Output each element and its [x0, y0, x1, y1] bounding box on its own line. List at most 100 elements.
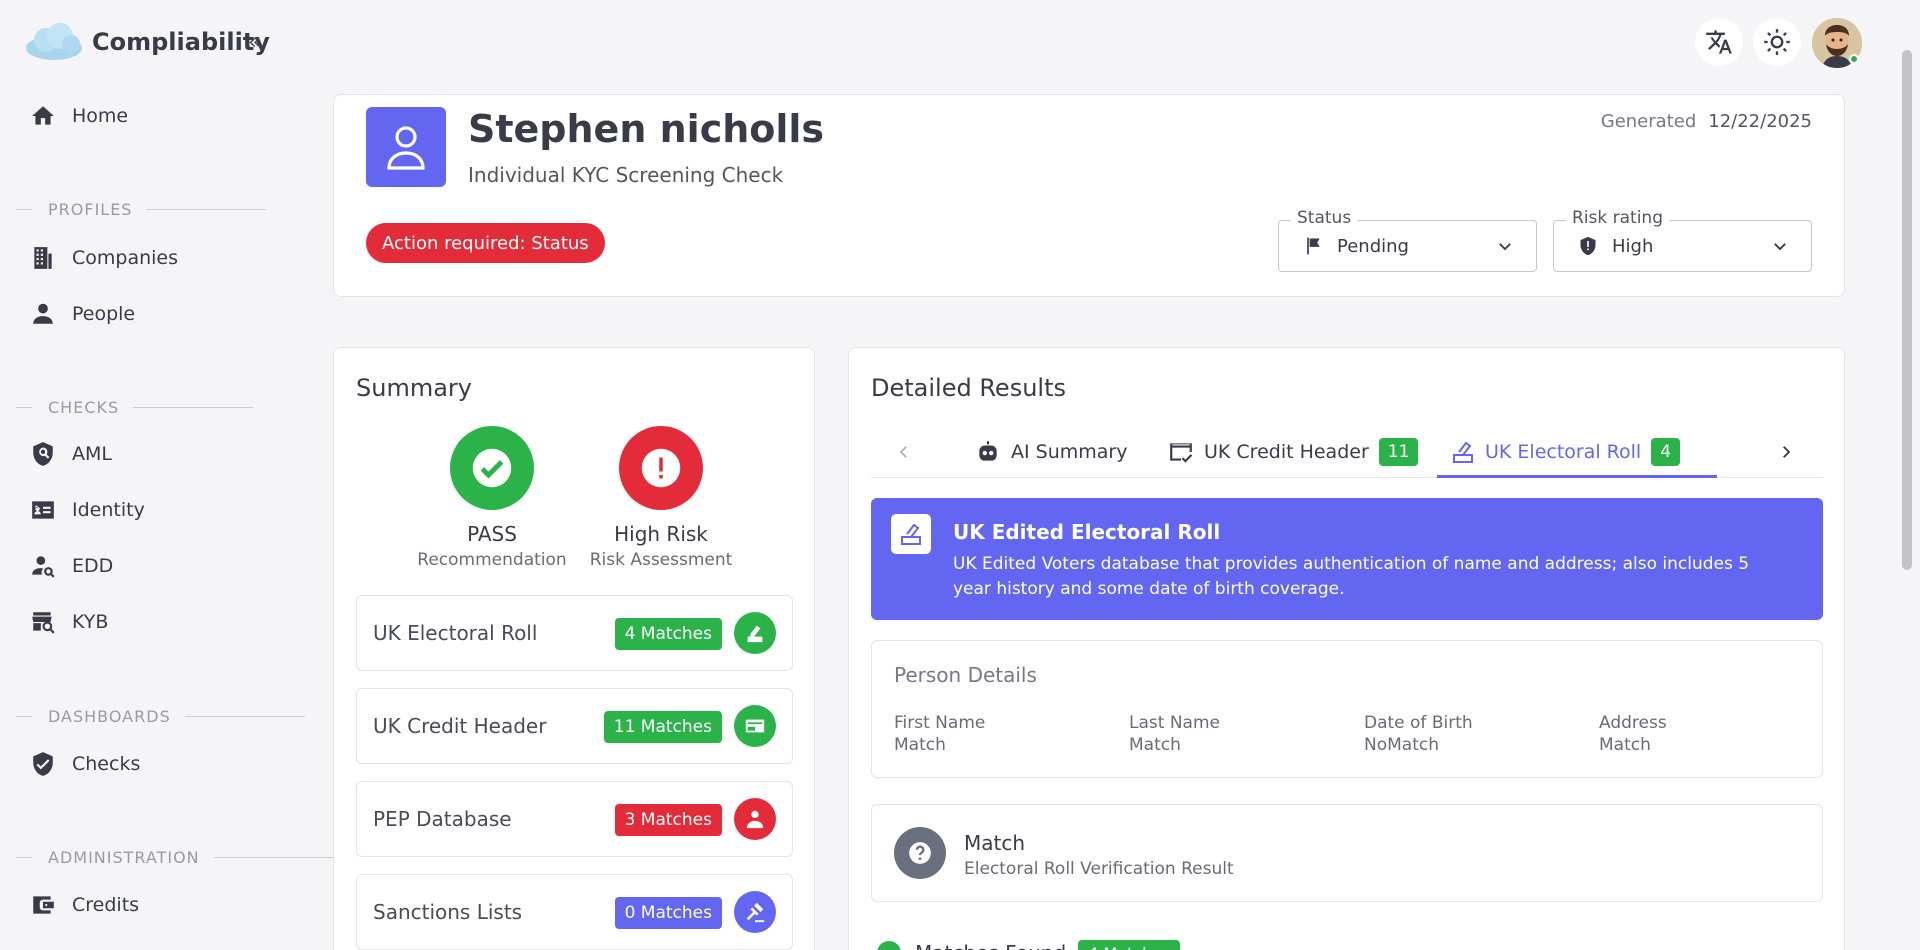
sidebar-item-companies[interactable]: Companies [30, 238, 178, 278]
matches-badge: 0 Matches [614, 897, 722, 929]
field-label: First Name [894, 713, 986, 733]
field-first-name: First Name Match [894, 713, 985, 755]
risk-select-label: Risk rating [1566, 208, 1670, 228]
brand[interactable]: Compliability [24, 22, 270, 62]
collapse-sidebar-icon[interactable]: « [248, 30, 261, 55]
page-scrollbar[interactable] [1902, 50, 1912, 570]
chevron-left-icon [899, 446, 907, 458]
risk-label: Risk Assessment [589, 550, 733, 570]
section-dashboards: DASHBOARDS [16, 707, 305, 726]
sidebar-item-kyb[interactable]: KYB [30, 602, 108, 642]
result-row-electoral-roll[interactable]: UK Electoral Roll 4 Matches [356, 595, 793, 671]
building-icon [34, 247, 52, 269]
status-select-value: Pending [1337, 235, 1409, 257]
banner-description: UK Edited Voters database that provides … [953, 554, 1750, 599]
sidebar-item-label: People [72, 303, 136, 325]
pass-indicator [450, 426, 534, 510]
result-row-pep-database[interactable]: PEP Database 3 Matches [356, 781, 793, 857]
page-subtitle: Individual KYC Screening Check [468, 163, 784, 187]
profile-avatar [366, 107, 446, 187]
shield-alert-icon [1580, 236, 1596, 256]
row-label: Sanctions Lists [373, 900, 523, 924]
matches-badge: 4 Matches [614, 618, 722, 650]
result-row-sanctions[interactable]: Sanctions Lists 0 Matches [356, 874, 793, 950]
flag-icon [1307, 237, 1320, 255]
summary-card: Summary PASS Recommendation High Risk Ri… [333, 347, 815, 950]
gavel-icon [734, 891, 776, 933]
field-label: Last Name [1129, 713, 1220, 733]
row-label: PEP Database [373, 807, 512, 831]
tab-uk-electoral-roll[interactable]: UK Electoral Roll 4 [1451, 428, 1681, 476]
robot-icon [979, 441, 997, 461]
matches-badge: 3 Matches [614, 804, 722, 836]
translate-icon [1706, 30, 1732, 54]
user-outline-icon [387, 126, 425, 170]
section-label: DASHBOARDS [48, 707, 171, 726]
field-value: NoMatch [1364, 735, 1439, 755]
theme-toggle-button[interactable] [1753, 18, 1801, 66]
shield-search-icon [33, 442, 53, 466]
sidebar-item-people[interactable]: People [30, 294, 135, 334]
section-label: ADMINISTRATION [48, 848, 200, 867]
risk-rating-select[interactable]: Risk rating High [1553, 208, 1812, 272]
sidebar-item-credits[interactable]: Credits [30, 885, 139, 925]
generated-date: Generated 12/22/2025 [1601, 111, 1812, 132]
cloud-logo-icon [26, 23, 82, 60]
results-tabs: AI Summary UK Credit Header 11 UK Electo… [871, 428, 1823, 478]
translate-button[interactable] [1695, 18, 1743, 66]
section-label: CHECKS [48, 398, 120, 417]
sidebar-item-aml[interactable]: AML [30, 434, 112, 474]
sidebar-item-identity[interactable]: Identity [30, 490, 145, 530]
chevron-down-icon [1499, 243, 1511, 251]
ballot-icon [1453, 441, 1473, 463]
ballot-icon [734, 612, 776, 654]
verification-result-subtitle: Electoral Roll Verification Result [964, 859, 1234, 879]
check-circle-icon [877, 941, 901, 950]
store-search-icon [32, 612, 55, 634]
verification-result-panel: Match Electoral Roll Verification Result [871, 804, 1823, 902]
row-label: UK Electoral Roll [373, 621, 538, 645]
detailed-results-title: Detailed Results [871, 374, 1066, 402]
alert-circle-icon [641, 448, 681, 488]
sidebar-item-checks[interactable]: Checks [30, 744, 140, 784]
profile-header-card: Stephen nicholls Individual KYC Screenin… [333, 94, 1845, 297]
question-icon [894, 827, 946, 879]
credit-card-icon [734, 705, 776, 747]
section-checks: CHECKS [16, 398, 254, 417]
sidebar-item-label: Credits [72, 894, 140, 916]
page-title: Stephen nicholls [468, 107, 825, 151]
generated-label: Generated [1600, 111, 1697, 132]
person-details-title: Person Details [894, 663, 1037, 687]
tabs-scroll-right[interactable] [1777, 428, 1795, 476]
chevron-right-icon [1783, 446, 1791, 458]
matches-found-row: Matches Found 4 Matches [877, 940, 1181, 950]
field-value: Match [1129, 735, 1181, 755]
action-required-badge[interactable]: Action required: Status [366, 223, 605, 263]
sidebar-item-label: Home [72, 105, 129, 127]
sidebar-item-edd[interactable]: EDD [30, 546, 113, 586]
tab-uk-credit-header[interactable]: UK Credit Header 11 [1168, 428, 1419, 476]
sidebar-item-label: Checks [72, 753, 141, 775]
field-value: Match [894, 735, 946, 755]
active-tab-indicator [1437, 475, 1717, 478]
field-label: Date of Birth [1364, 713, 1473, 733]
source-banner: UK Edited Electoral Roll UK Edited Voter… [871, 498, 1823, 620]
sidebar: Compliability « Home PROFILES Companies … [0, 0, 334, 950]
tabs-scroll-left[interactable] [895, 428, 913, 476]
result-row-credit-header[interactable]: UK Credit Header 11 Matches [356, 688, 793, 764]
tab-ai-summary[interactable]: AI Summary [975, 428, 1127, 476]
field-label: Address [1599, 713, 1667, 733]
person-icon [33, 303, 53, 324]
brand-name: Compliability [92, 28, 270, 56]
sidebar-item-home[interactable]: Home [30, 96, 128, 136]
person-details-panel: Person Details First Name Match Last Nam… [871, 640, 1823, 778]
tab-label: AI Summary [1011, 441, 1128, 463]
status-select[interactable]: Status Pending [1278, 208, 1537, 272]
ballot-icon [891, 514, 931, 554]
section-administration: ADMINISTRATION [16, 848, 334, 867]
verification-result-title: Match [964, 831, 1026, 855]
section-label: PROFILES [48, 200, 133, 219]
risk-value: High Risk [614, 522, 708, 546]
recommendation-label: Recommendation [417, 550, 567, 570]
sidebar-item-label: Companies [72, 247, 179, 269]
